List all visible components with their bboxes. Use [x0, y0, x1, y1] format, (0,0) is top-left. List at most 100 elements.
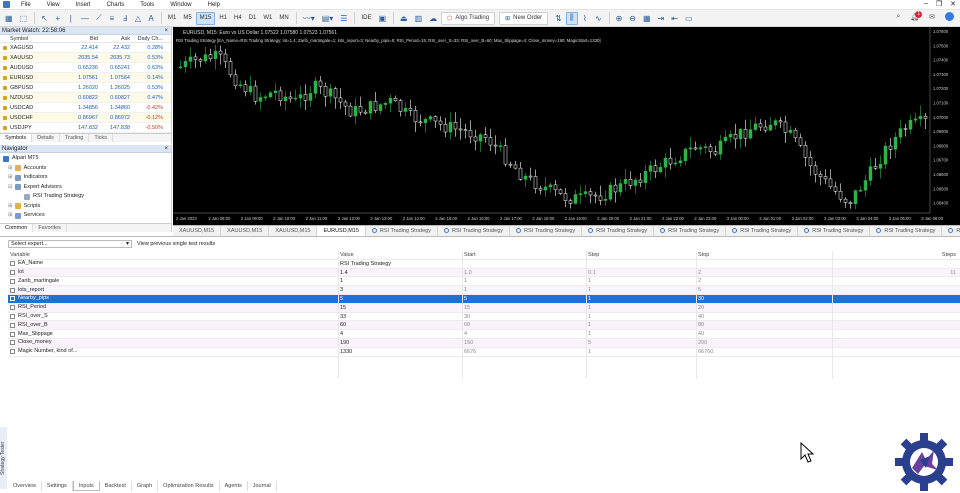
chart-shift-icon[interactable]: ⇤ — [668, 12, 681, 25]
market-watch-row[interactable]: EURUSD 1.07561 1.07564 0.14% — [0, 73, 171, 83]
nav-scripts[interactable]: ⊞ Scripts — [0, 202, 171, 212]
tab-symbols[interactable]: Symbols — [0, 134, 33, 142]
expert-select[interactable]: Select expert... — [8, 239, 132, 248]
step-cell[interactable]: 1 — [586, 348, 696, 356]
timeframe-m5[interactable]: M5 — [180, 12, 194, 25]
start-cell[interactable]: 60 — [462, 321, 586, 329]
input-row[interactable]: RSI_over_S 33 30 1 40 — [8, 313, 960, 322]
tab-favorites[interactable]: Favorites — [33, 224, 67, 232]
start-cell[interactable]: 15 — [462, 304, 586, 312]
start-cell[interactable]: 1 — [462, 286, 586, 294]
chart-tab[interactable]: RSI Trac — [942, 226, 960, 236]
menu-window[interactable]: Window — [162, 2, 199, 8]
vertical-line-icon[interactable]: | — [65, 12, 77, 25]
chart-tab[interactable]: XAUUSD,M15 — [269, 226, 318, 236]
nav-rsi-strategy[interactable]: RSI Trading Strategy — [0, 192, 171, 202]
value-cell[interactable]: 3 — [338, 286, 462, 294]
column-value[interactable]: Value — [338, 251, 462, 259]
column-start[interactable]: Start — [462, 251, 586, 259]
tab-trading[interactable]: Trading — [60, 134, 90, 142]
ide-button[interactable]: IDE — [358, 12, 374, 25]
channel-icon[interactable]: ≡ — [106, 12, 118, 25]
nav-broker[interactable]: Alpari MT5 — [0, 154, 171, 164]
menu-help[interactable]: Help — [200, 2, 228, 8]
chart-tab[interactable]: RSI Trading Strategy — [510, 226, 583, 236]
step-cell[interactable]: 1 — [586, 304, 696, 312]
optimize-checkbox[interactable] — [10, 269, 15, 275]
zoom-out-icon[interactable]: ⊖ — [626, 12, 639, 25]
close-icon[interactable]: × — [164, 145, 168, 153]
stop-cell[interactable]: 2 — [696, 277, 820, 285]
optimize-checkbox[interactable] — [10, 278, 15, 284]
market-watch-row[interactable]: GBPUSD 1.26020 1.26025 0.53% — [0, 83, 171, 93]
screenshot-icon[interactable]: ▭ — [682, 12, 696, 25]
step-cell[interactable]: 1 — [586, 321, 696, 329]
start-cell[interactable] — [462, 260, 586, 268]
chart-tab[interactable]: RSI Trading Strategy — [366, 226, 438, 236]
input-row[interactable]: Close_money 190 150 5 200 — [8, 338, 960, 348]
optimize-checkbox[interactable] — [10, 296, 15, 302]
autoscroll-icon[interactable]: ⇥ — [655, 12, 668, 25]
tab-ticks[interactable]: Ticks — [89, 134, 113, 142]
input-row[interactable]: EA_Name RSI Trading Strategy — [8, 260, 960, 269]
algo-trading-button[interactable]: ⬡ Algo Trading — [441, 11, 496, 25]
nav-services[interactable]: ⊞ Services — [0, 211, 171, 221]
column-daily-change[interactable]: Daily Ch... — [130, 35, 166, 42]
column-step[interactable]: Step — [586, 251, 696, 259]
step-cell[interactable]: 0.1 — [586, 269, 696, 277]
market-watch-row[interactable]: USDJPY 147.832 147.838 -0.50% — [0, 123, 171, 133]
value-cell[interactable]: 5 — [338, 295, 462, 303]
signals-icon[interactable]: ⏏ — [397, 12, 411, 25]
stop-cell[interactable]: 5 — [696, 286, 820, 294]
column-steps[interactable]: Steps — [820, 251, 960, 259]
bar-chart-icon[interactable]: ⫼ — [565, 11, 578, 25]
input-row[interactable]: RSI_over_B 60 60 1 80 — [8, 321, 960, 331]
start-cell[interactable]: 1.0 — [462, 269, 586, 277]
expand-icon[interactable]: ⊞ — [8, 173, 13, 183]
optimize-checkbox[interactable] — [10, 287, 15, 293]
tile-icon[interactable]: ▦ — [640, 12, 654, 25]
chart-tab[interactable]: RSI Trading Strategy — [798, 226, 871, 236]
timeframe-m15[interactable]: M15 — [195, 11, 216, 25]
fibo-icon[interactable]: Ⅎ — [119, 12, 131, 25]
stop-cell[interactable]: 66760 — [696, 348, 820, 356]
step-cell[interactable]: 1 — [586, 313, 696, 321]
new-order-button[interactable]: ⊞ New Order — [499, 11, 549, 25]
timeframe-mn[interactable]: MN — [276, 12, 291, 25]
market-watch-row[interactable]: AUDUSD 0.65236 0.65241 0.63% — [0, 63, 171, 73]
shapes-icon[interactable]: △ — [132, 12, 144, 25]
tester-tab[interactable]: Agents — [220, 481, 248, 491]
depth-of-market-icon[interactable]: ⇅ — [552, 12, 565, 25]
step-cell[interactable]: 1 — [586, 286, 696, 294]
chart-tab[interactable]: RSI Trading Strategy — [438, 226, 511, 236]
value-cell[interactable]: 1.4 — [338, 269, 462, 277]
column-variable[interactable]: Variable — [8, 251, 338, 259]
value-cell[interactable]: 1 — [338, 277, 462, 285]
tester-tab[interactable]: Optimization Results — [158, 481, 220, 491]
menu-charts[interactable]: Charts — [99, 2, 133, 8]
market-watch-row[interactable]: XAUUSD 2035.54 2035.73 0.53% — [0, 53, 171, 63]
expand-icon[interactable]: ⊞ — [8, 164, 13, 174]
cursor-icon[interactable]: ↖ — [38, 12, 51, 25]
chart-tab[interactable]: RSI Trading Strategy — [654, 226, 727, 236]
timeframe-w1[interactable]: W1 — [260, 12, 275, 25]
restore-icon[interactable]: ❐ — [936, 0, 942, 8]
stop-cell[interactable]: 40 — [696, 330, 820, 338]
value-cell[interactable]: 190 — [338, 339, 462, 347]
nav-expert-advisors[interactable]: ⊟ Expert Advisors — [0, 183, 171, 193]
market-watch-row[interactable]: XAGUSD 22.414 22.432 0.28% — [0, 43, 171, 53]
column-stop[interactable]: Stop — [696, 251, 820, 259]
optimize-checkbox[interactable] — [10, 261, 15, 267]
menu-insert[interactable]: Insert — [68, 2, 99, 8]
value-cell[interactable]: 1330 — [338, 348, 462, 356]
tester-tab[interactable]: Settings — [42, 481, 73, 491]
zoom-in-icon[interactable]: ⊕ — [613, 12, 626, 25]
input-row[interactable]: lots_report 3 1 1 5 — [8, 286, 960, 295]
tab-details[interactable]: Details — [32, 134, 60, 142]
value-cell[interactable]: RSI Trading Strategy — [338, 260, 462, 268]
column-ask[interactable]: Ask — [98, 35, 130, 42]
collapse-icon[interactable]: ⊟ — [8, 183, 13, 193]
optimize-checkbox[interactable] — [10, 313, 15, 319]
value-cell[interactable]: 15 — [338, 304, 462, 312]
input-row[interactable]: RSI_Period 15 15 1 20 — [8, 303, 960, 313]
